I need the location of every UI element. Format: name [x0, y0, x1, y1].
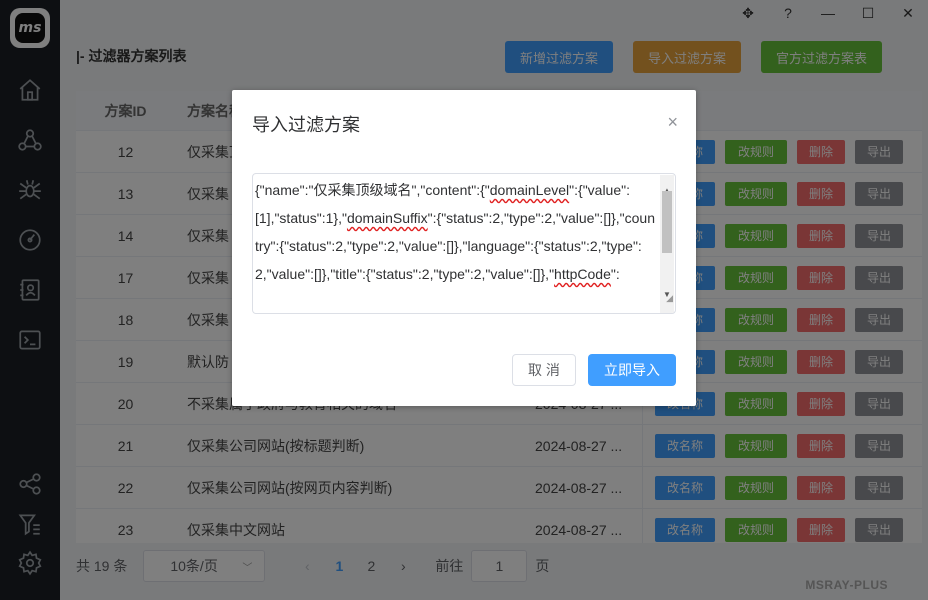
spellcheck-word: httpCode	[554, 266, 611, 282]
import-dialog: 导入过滤方案 × {"name":"仅采集顶级域名","content":{"d…	[232, 90, 696, 406]
resize-handle-icon[interactable]: ◢	[666, 284, 673, 312]
import-json-text: {"name":"仅采集顶级域名","content":{"domainLeve…	[255, 182, 655, 282]
dialog-title: 导入过滤方案	[252, 115, 360, 135]
spellcheck-word: domainSuffix	[346, 210, 428, 226]
spellcheck-word: domainLevel	[489, 182, 570, 198]
cancel-button[interactable]: 取 消	[512, 354, 576, 386]
scroll-thumb[interactable]	[662, 191, 672, 253]
import-now-button[interactable]: 立即导入	[588, 354, 676, 386]
json-fragment: ":	[610, 266, 620, 282]
json-fragment: {"name":"仅采集顶级域名","content":{"	[255, 182, 490, 198]
import-json-textarea[interactable]: {"name":"仅采集顶级域名","content":{"domainLeve…	[252, 173, 676, 314]
close-icon[interactable]: ×	[667, 112, 678, 133]
